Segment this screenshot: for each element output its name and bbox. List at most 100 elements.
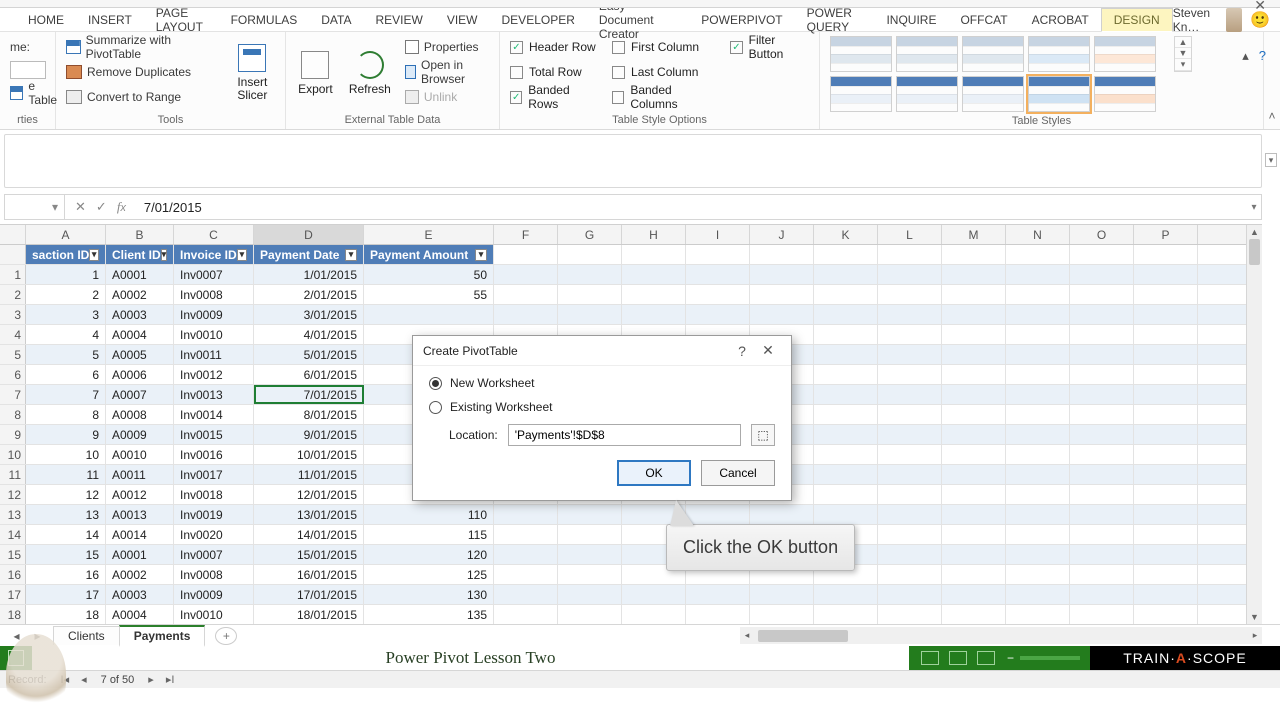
cell[interactable]: 7 bbox=[26, 385, 106, 404]
cell[interactable] bbox=[814, 405, 878, 424]
cell[interactable] bbox=[494, 545, 558, 564]
cell[interactable] bbox=[1006, 325, 1070, 344]
cell[interactable] bbox=[686, 505, 750, 524]
cell[interactable] bbox=[1134, 325, 1198, 344]
table-row[interactable]: 22A0002Inv00082/01/201555 bbox=[0, 285, 1262, 305]
cell[interactable] bbox=[1006, 405, 1070, 424]
table-name-input[interactable] bbox=[10, 61, 46, 79]
cell[interactable] bbox=[942, 285, 1006, 304]
dialog-close-icon[interactable]: ✕ bbox=[755, 342, 781, 359]
table-row[interactable]: 1616A0002Inv000816/01/2015125 bbox=[0, 565, 1262, 585]
row-header[interactable]: 11 bbox=[0, 465, 26, 484]
cell[interactable] bbox=[878, 565, 942, 584]
dialog-help-icon[interactable]: ? bbox=[729, 343, 755, 359]
filter-dropdown-icon[interactable]: ▾ bbox=[237, 249, 247, 261]
tab-page-layout[interactable]: PAGE LAYOUT bbox=[144, 8, 219, 32]
scroll-thumb[interactable] bbox=[1249, 239, 1260, 265]
cell[interactable]: 5 bbox=[26, 345, 106, 364]
cell[interactable] bbox=[814, 605, 878, 624]
cell[interactable]: A0003 bbox=[106, 305, 174, 324]
cell[interactable]: 10/01/2015 bbox=[254, 445, 364, 464]
style-thumb[interactable] bbox=[830, 36, 892, 72]
cell[interactable]: 13/01/2015 bbox=[254, 505, 364, 524]
cell[interactable]: 12/01/2015 bbox=[254, 485, 364, 504]
cell[interactable]: A0010 bbox=[106, 445, 174, 464]
cell[interactable] bbox=[494, 605, 558, 624]
cell[interactable] bbox=[1134, 545, 1198, 564]
column-header[interactable]: C bbox=[174, 225, 254, 244]
scroll-down-icon[interactable]: ▼ bbox=[1247, 610, 1262, 624]
cell[interactable] bbox=[1006, 425, 1070, 444]
cell[interactable] bbox=[1006, 605, 1070, 624]
table-header[interactable]: Client ID▾ bbox=[106, 245, 174, 264]
cell[interactable] bbox=[1006, 305, 1070, 324]
refresh-button[interactable]: Refresh bbox=[349, 36, 391, 110]
cell[interactable] bbox=[1134, 465, 1198, 484]
tab-home[interactable]: HOME bbox=[16, 8, 76, 32]
row-header[interactable]: 6 bbox=[0, 365, 26, 384]
option-filter-btn[interactable]: ✓Filter Button bbox=[730, 36, 809, 58]
cell[interactable] bbox=[1070, 465, 1134, 484]
cell[interactable]: A0013 bbox=[106, 505, 174, 524]
radio-existing-worksheet[interactable]: Existing Worksheet bbox=[429, 400, 775, 414]
cell[interactable] bbox=[558, 285, 622, 304]
option-first-col[interactable]: First Column bbox=[612, 36, 716, 58]
row-header[interactable]: 3 bbox=[0, 305, 26, 324]
vertical-scrollbar[interactable]: ▲ ▼ bbox=[1246, 225, 1262, 624]
view-switcher[interactable] bbox=[909, 651, 1007, 665]
cell[interactable] bbox=[942, 325, 1006, 344]
cell[interactable]: Inv0009 bbox=[174, 585, 254, 604]
cell[interactable] bbox=[686, 285, 750, 304]
option-banded-cols[interactable]: Banded Columns bbox=[612, 86, 716, 108]
cell[interactable] bbox=[750, 505, 814, 524]
table-row[interactable]: 11A0001Inv00071/01/201550 bbox=[0, 265, 1262, 285]
style-thumb[interactable] bbox=[1028, 36, 1090, 72]
cell[interactable] bbox=[814, 365, 878, 384]
option-last-col[interactable]: Last Column bbox=[612, 61, 716, 83]
cell[interactable] bbox=[942, 305, 1006, 324]
option-banded-rows[interactable]: ✓Banded Rows bbox=[510, 86, 598, 108]
cell[interactable]: 4 bbox=[26, 325, 106, 344]
table-row[interactable]: 1414A0014Inv002014/01/2015115 bbox=[0, 525, 1262, 545]
cell[interactable] bbox=[878, 505, 942, 524]
cell[interactable]: Inv0007 bbox=[174, 545, 254, 564]
window-close-icon[interactable]: ✕ bbox=[1254, 0, 1266, 14]
name-box[interactable]: ▾ bbox=[5, 195, 65, 219]
table-styles-gallery[interactable] bbox=[830, 36, 1156, 112]
cell[interactable]: 14 bbox=[26, 525, 106, 544]
cell[interactable] bbox=[942, 365, 1006, 384]
cell[interactable]: Inv0015 bbox=[174, 425, 254, 444]
cell[interactable]: 120 bbox=[364, 545, 494, 564]
cell[interactable] bbox=[1070, 585, 1134, 604]
cell[interactable] bbox=[878, 525, 942, 544]
cell[interactable]: Inv0018 bbox=[174, 485, 254, 504]
cell[interactable] bbox=[1006, 525, 1070, 544]
ribbon-display-options-icon[interactable]: ▴ bbox=[1242, 48, 1249, 64]
column-header[interactable]: I bbox=[686, 225, 750, 244]
cell[interactable] bbox=[1070, 445, 1134, 464]
row-header[interactable]: 5 bbox=[0, 345, 26, 364]
cell[interactable] bbox=[878, 585, 942, 604]
column-header[interactable]: J bbox=[750, 225, 814, 244]
cell[interactable] bbox=[750, 285, 814, 304]
tab-acrobat[interactable]: ACROBAT bbox=[1020, 8, 1101, 32]
table-header[interactable]: Payment Date▾ bbox=[254, 245, 364, 264]
cell[interactable]: 18 bbox=[26, 605, 106, 624]
normal-view-icon[interactable] bbox=[921, 651, 939, 665]
cell[interactable] bbox=[814, 265, 878, 284]
cell[interactable] bbox=[1070, 405, 1134, 424]
cell[interactable] bbox=[558, 305, 622, 324]
cell[interactable] bbox=[1134, 565, 1198, 584]
cell[interactable] bbox=[942, 605, 1006, 624]
cell[interactable] bbox=[558, 505, 622, 524]
remove-duplicates-button[interactable]: Remove Duplicates bbox=[66, 61, 216, 83]
cell[interactable] bbox=[1070, 425, 1134, 444]
cell[interactable]: 2/01/2015 bbox=[254, 285, 364, 304]
tab-power-query[interactable]: POWER QUERY bbox=[795, 8, 875, 32]
cell[interactable] bbox=[942, 385, 1006, 404]
cell[interactable] bbox=[1070, 565, 1134, 584]
insert-slicer-button[interactable]: Insert Slicer bbox=[230, 36, 275, 110]
column-header[interactable]: D bbox=[254, 225, 364, 244]
cell[interactable]: A0005 bbox=[106, 345, 174, 364]
cell[interactable]: 6 bbox=[26, 365, 106, 384]
